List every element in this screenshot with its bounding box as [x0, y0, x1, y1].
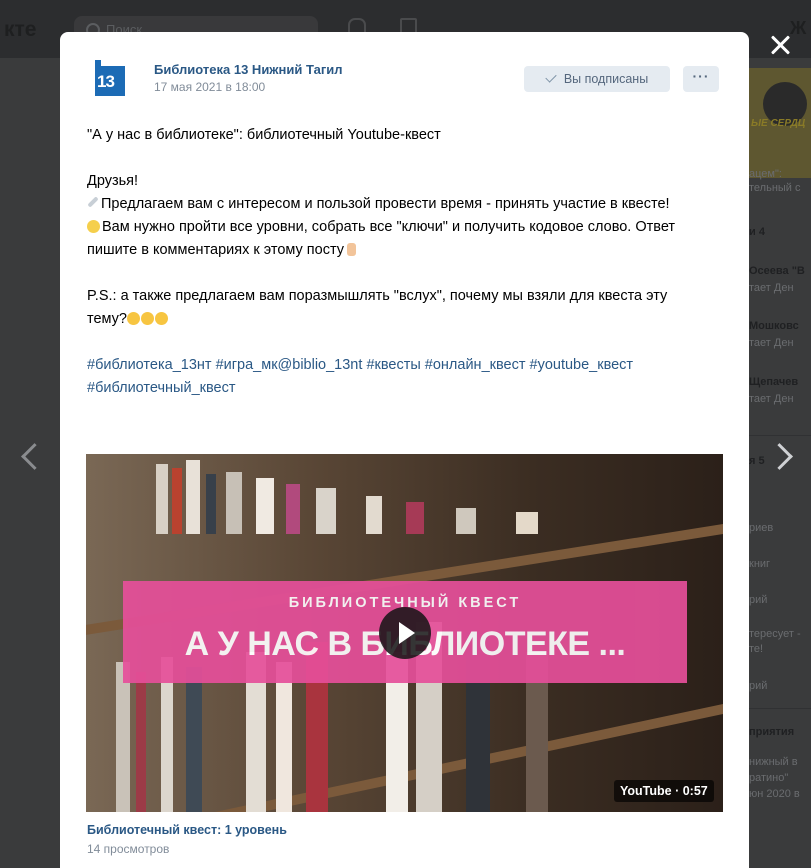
- background-item: я 5: [749, 455, 765, 467]
- avatar[interactable]: 13: [95, 60, 131, 96]
- books-upper: [146, 454, 723, 534]
- post-date[interactable]: 17 мая 2021 в 18:00: [154, 80, 265, 94]
- background-item: тельный с: [749, 182, 801, 194]
- divider: [749, 708, 811, 709]
- chevron-left-icon[interactable]: [17, 440, 41, 474]
- background-item: нижный в: [749, 756, 798, 768]
- post-line: Предлагаем вам с интересом и пользой про…: [87, 193, 709, 216]
- background-item: те!: [749, 643, 764, 655]
- background-video-thumb: ЫЕ СЕРДЦ: [749, 68, 811, 178]
- background-item: тает Ден: [749, 282, 794, 294]
- hashtag[interactable]: #библиотечный_квест: [87, 380, 235, 396]
- divider: [749, 435, 811, 436]
- post-title: "А у нас в библиотеке": библиотечный You…: [87, 127, 441, 143]
- post-line: Вам нужно пройти все уровни, собрать все…: [87, 219, 676, 258]
- post-ps: P.S.: а также предлагаем вам поразмышлят…: [87, 288, 668, 327]
- background-item: Осеева "В: [749, 265, 805, 277]
- lightbulb-icon: [87, 220, 100, 233]
- video-duration: YouTube · 0:57: [614, 780, 714, 802]
- background-item: рий: [749, 594, 768, 606]
- background-item: риев: [749, 522, 774, 534]
- site-logo: кте: [4, 18, 37, 41]
- subscribed-label: Вы подписаны: [563, 72, 649, 86]
- upside-down-face-icon: [141, 312, 154, 325]
- video-views: 14 просмотров: [87, 842, 170, 856]
- background-item: рий: [749, 680, 768, 692]
- post-greeting: Друзья!: [87, 173, 139, 189]
- hashtag[interactable]: #youtube_квест: [530, 357, 634, 373]
- background-item: Мошковс: [749, 320, 799, 332]
- key-icon: [87, 196, 99, 208]
- chevron-right-icon[interactable]: [770, 440, 794, 474]
- check-icon: [545, 71, 557, 83]
- play-icon[interactable]: [379, 607, 431, 659]
- background-item: тересует -: [749, 628, 801, 640]
- background-item: юн 2020 в: [749, 788, 800, 800]
- pointing-finger-icon: [347, 243, 357, 256]
- hashtag[interactable]: #игра_мк@biblio_13nt: [216, 357, 363, 373]
- background-item: тает Ден: [749, 393, 794, 405]
- background-item: и 4: [749, 226, 765, 238]
- background-item: ратино": [749, 772, 789, 784]
- hashtags: #библиотека_13нт #игра_мк@biblio_13nt #к…: [87, 354, 709, 400]
- background-item: Щепачев: [749, 376, 799, 388]
- smile-icon: [127, 312, 140, 325]
- hashtag[interactable]: #квесты: [366, 357, 420, 373]
- background-item: ацем":: [749, 168, 782, 180]
- hashtag[interactable]: #онлайн_квест: [425, 357, 526, 373]
- subscribed-button[interactable]: Вы подписаны: [524, 66, 670, 92]
- post-modal: 13 Библиотека 13 Нижний Тагил 17 мая 202…: [60, 32, 749, 868]
- wink-icon: [155, 312, 168, 325]
- background-item: книг: [749, 558, 771, 570]
- more-options-button[interactable]: ···: [683, 66, 719, 92]
- background-item: приятия: [749, 726, 795, 738]
- post-author[interactable]: Библиотека 13 Нижний Тагил: [154, 62, 342, 77]
- video-player[interactable]: БИБЛИОТЕЧНЫЙ КВЕСТ А У НАС В БИБЛИОТЕКЕ …: [86, 454, 723, 812]
- video-title[interactable]: Библиотечный квест: 1 уровень: [87, 823, 287, 837]
- background-item: тает Ден: [749, 337, 794, 349]
- hashtag[interactable]: #библиотека_13нт: [87, 357, 212, 373]
- background-banner-text: ЫЕ СЕРДЦ: [751, 118, 806, 129]
- close-icon[interactable]: [766, 30, 796, 60]
- avatar-text: 13: [97, 72, 115, 91]
- post-text: "А у нас в библиотеке": библиотечный You…: [87, 124, 709, 400]
